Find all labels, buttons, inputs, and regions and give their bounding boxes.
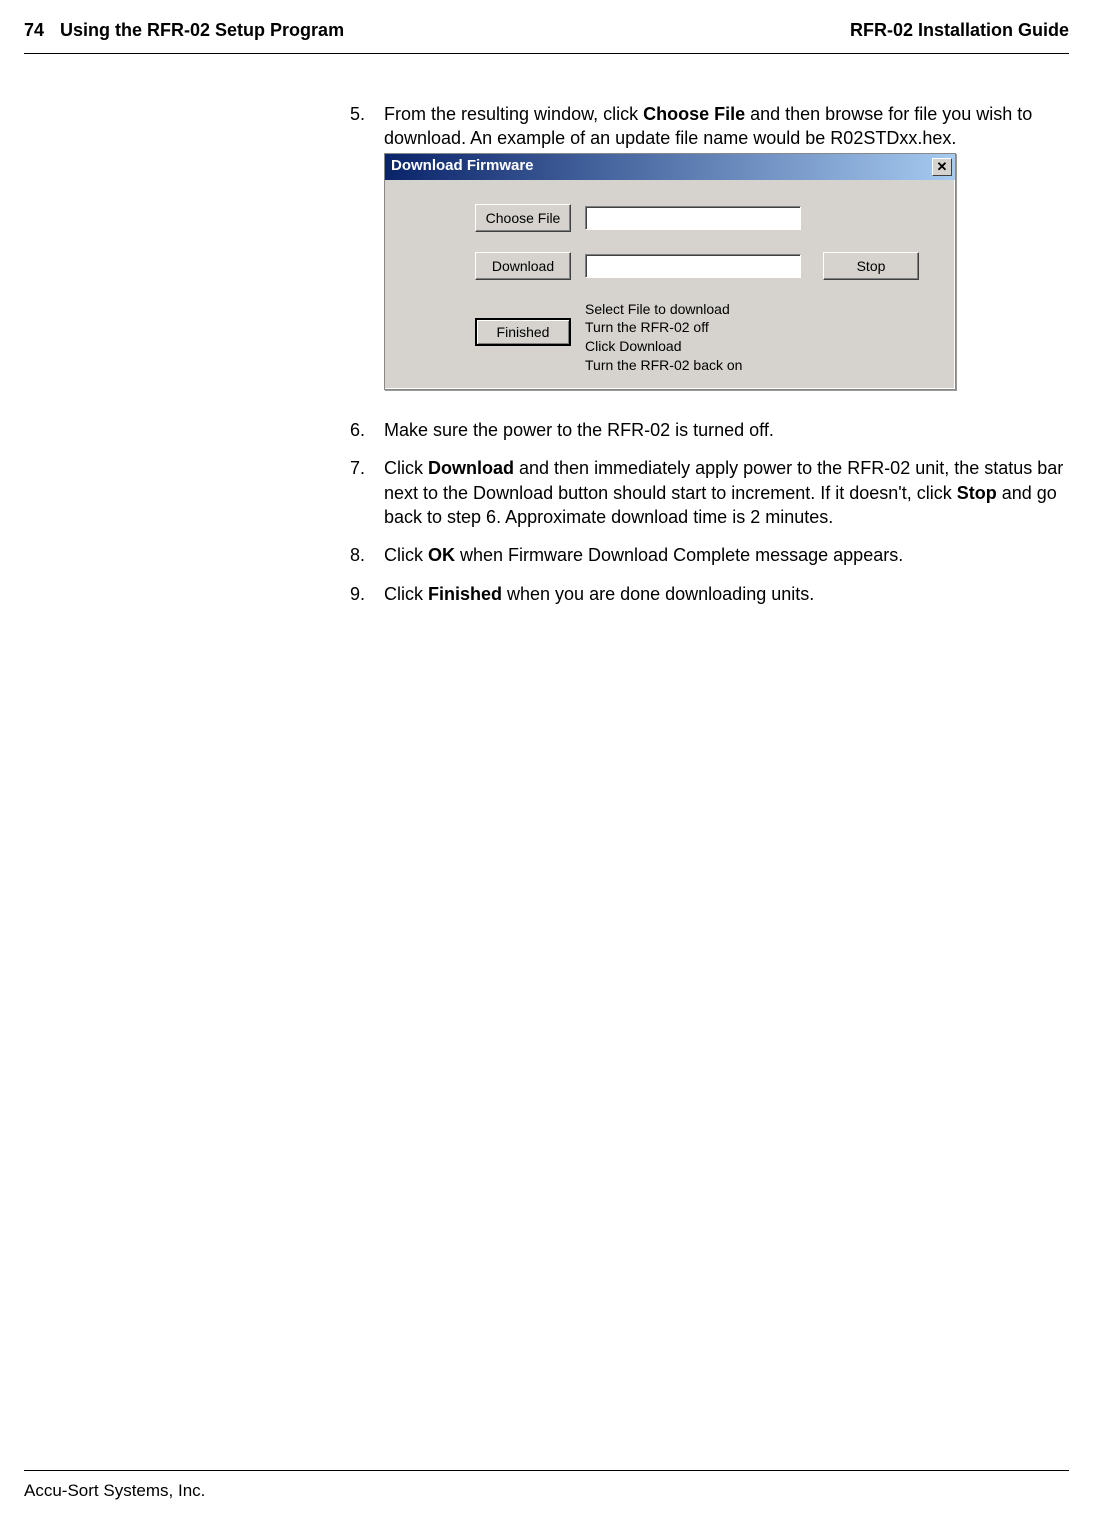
dialog-titlebar[interactable]: Download Firmware ✕	[385, 154, 955, 180]
page-footer: Accu-Sort Systems, Inc.	[24, 1470, 1069, 1501]
document-title: RFR-02 Installation Guide	[850, 20, 1069, 41]
dialog-info-block: Select File to download Turn the RFR-02 …	[585, 300, 742, 376]
dialog-info-line: Turn the RFR-02 back on	[585, 356, 742, 375]
dialog-info-line: Turn the RFR-02 off	[585, 318, 742, 337]
step-body: From the resulting window, click Choose …	[384, 102, 1069, 404]
step-5: 5. From the resulting window, click Choo…	[350, 102, 1069, 404]
section-title: Using the RFR-02 Setup Program	[60, 20, 344, 41]
step-body: Click Finished when you are done downloa…	[384, 582, 1069, 606]
step-number: 8.	[350, 543, 384, 567]
header-left: 74 Using the RFR-02 Setup Program	[24, 20, 344, 41]
step-body: Click Download and then immediately appl…	[384, 456, 1069, 529]
step-body: Click OK when Firmware Download Complete…	[384, 543, 1069, 567]
choose-file-row: Choose File	[475, 204, 937, 232]
dialog-info-line: Select File to download	[585, 300, 742, 319]
step-body: Make sure the power to the RFR-02 is tur…	[384, 418, 1069, 442]
step-bold: OK	[428, 545, 455, 565]
finished-row: Finished Select File to download Turn th…	[475, 300, 937, 376]
download-button[interactable]: Download	[475, 252, 571, 280]
content-area: 5. From the resulting window, click Choo…	[350, 102, 1069, 606]
step-text: when you are done downloading units.	[502, 584, 814, 604]
step-bold: Choose File	[643, 104, 745, 124]
finished-button[interactable]: Finished	[475, 318, 571, 346]
step-6: 6. Make sure the power to the RFR-02 is …	[350, 418, 1069, 442]
page-number: 74	[24, 20, 44, 41]
step-list: 5. From the resulting window, click Choo…	[350, 102, 1069, 606]
step-text: when Firmware Download Complete message …	[455, 545, 903, 565]
footer-text: Accu-Sort Systems, Inc.	[24, 1481, 205, 1500]
progress-field	[585, 254, 801, 278]
dialog-title: Download Firmware	[391, 156, 534, 176]
step-8: 8. Click OK when Firmware Download Compl…	[350, 543, 1069, 567]
step-number: 5.	[350, 102, 384, 404]
step-text: Click	[384, 458, 428, 478]
dialog-body: Choose File Download Stop Finished	[385, 180, 955, 390]
choose-file-button[interactable]: Choose File	[475, 204, 571, 232]
step-bold: Stop	[957, 483, 997, 503]
page-header: 74 Using the RFR-02 Setup Program RFR-02…	[24, 20, 1069, 54]
step-text: Click	[384, 545, 428, 565]
step-7: 7. Click Download and then immediately a…	[350, 456, 1069, 529]
step-number: 7.	[350, 456, 384, 529]
step-number: 9.	[350, 582, 384, 606]
step-9: 9. Click Finished when you are done down…	[350, 582, 1069, 606]
stop-button[interactable]: Stop	[823, 252, 919, 280]
dialog-info-line: Click Download	[585, 337, 742, 356]
step-bold: Finished	[428, 584, 502, 604]
close-button[interactable]: ✕	[932, 158, 952, 176]
download-firmware-dialog: Download Firmware ✕ Choose File Download	[384, 153, 956, 391]
step-text: From the resulting window, click	[384, 104, 643, 124]
download-row: Download Stop	[475, 252, 937, 280]
close-icon: ✕	[937, 159, 948, 174]
file-path-field[interactable]	[585, 206, 801, 230]
step-number: 6.	[350, 418, 384, 442]
step-text: Click	[384, 584, 428, 604]
step-text: Make sure the power to the RFR-02 is tur…	[384, 420, 774, 440]
step-bold: Download	[428, 458, 514, 478]
